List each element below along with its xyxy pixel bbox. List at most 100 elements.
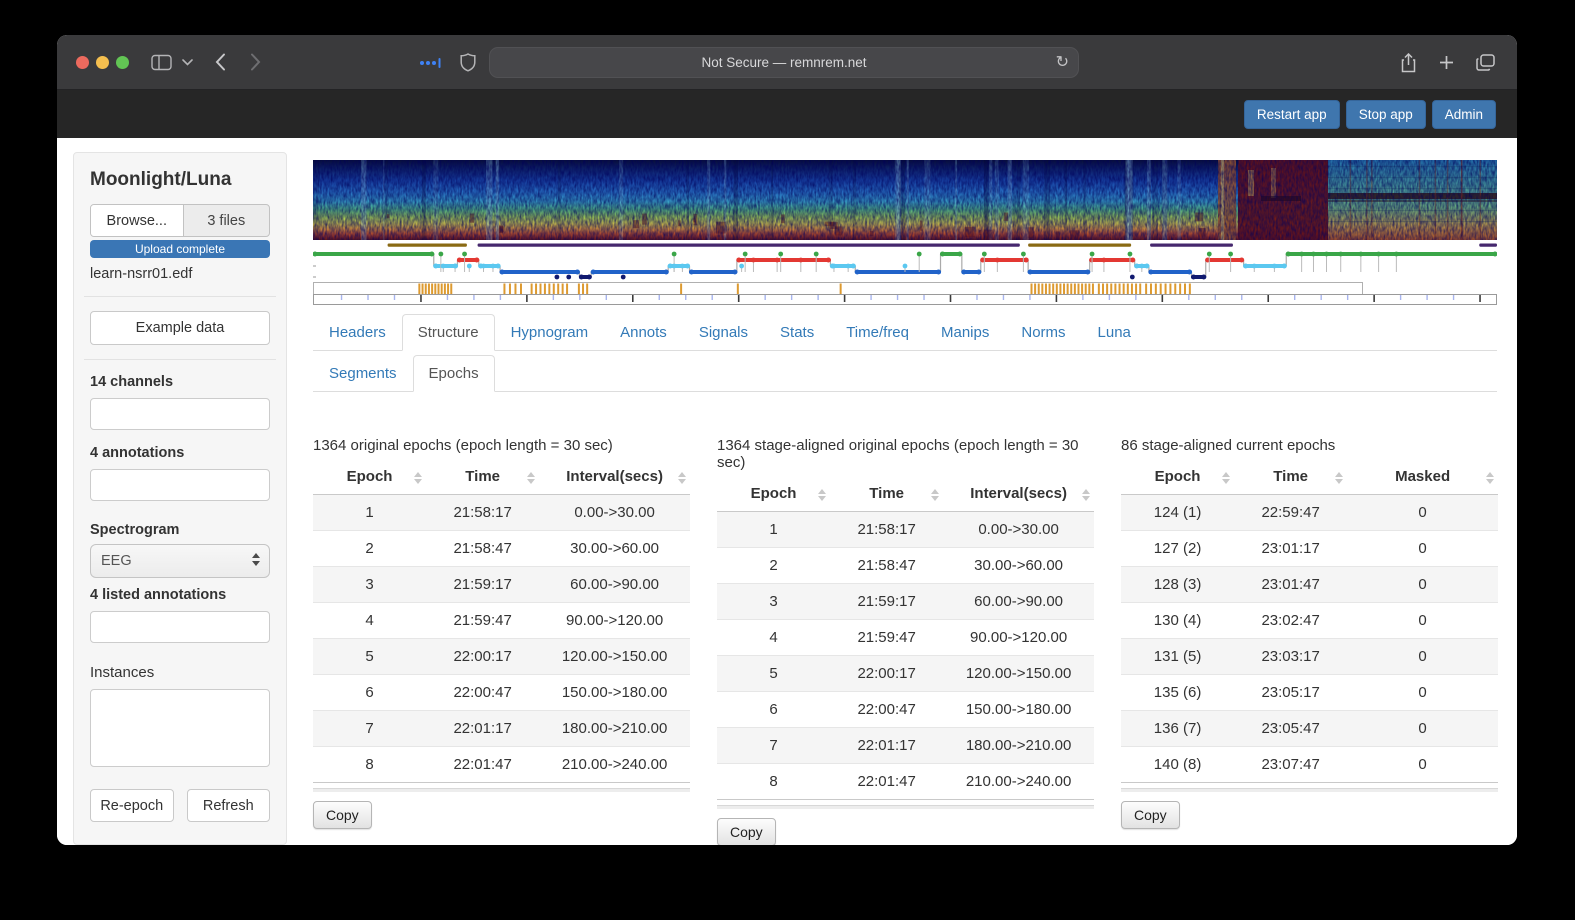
column-header-epoch[interactable]: Epoch xyxy=(313,463,426,495)
sort-icon[interactable] xyxy=(1486,472,1494,484)
tab-luna[interactable]: Luna xyxy=(1082,314,1147,351)
table-cell: 23:05:47 xyxy=(1261,720,1320,737)
admin-button[interactable]: Admin xyxy=(1431,99,1496,129)
table-row[interactable]: 2 21:58:47 30.00->60.00 xyxy=(717,548,1094,584)
table-cell: 131 (5) xyxy=(1153,648,1202,665)
table-row[interactable]: 131 (5) 23:03:17 0 xyxy=(1121,638,1498,675)
table-row[interactable]: 1 21:58:17 0.00->30.00 xyxy=(313,494,690,531)
copy-button[interactable]: Copy xyxy=(1121,801,1180,829)
table-row[interactable]: 8 22:01:47 210.00->240.00 xyxy=(313,747,690,783)
table-scrollbar-track[interactable] xyxy=(313,788,690,792)
column-header-interval-secs-[interactable]: Interval(secs) xyxy=(943,480,1094,512)
table-row[interactable]: 124 (1) 22:59:47 0 xyxy=(1121,494,1498,531)
table-cell: 23:05:17 xyxy=(1261,684,1320,701)
tab-hypnogram[interactable]: Hypnogram xyxy=(495,314,605,351)
forward-button-icon[interactable] xyxy=(250,53,261,71)
spectrogram-channel-select[interactable]: EEG xyxy=(90,544,270,578)
table-row[interactable]: 5 22:00:17 120.00->150.00 xyxy=(313,638,690,675)
back-button-icon[interactable] xyxy=(215,53,226,71)
column-header-time[interactable]: Time xyxy=(1234,463,1347,495)
channels-input[interactable] xyxy=(90,398,270,430)
tab-overview-icon[interactable] xyxy=(1476,54,1495,71)
eeg-spectrogram xyxy=(313,160,1497,240)
tab-signals[interactable]: Signals xyxy=(683,314,764,351)
column-header-time[interactable]: Time xyxy=(830,480,943,512)
sort-icon[interactable] xyxy=(818,489,827,501)
sort-icon[interactable] xyxy=(1222,472,1231,484)
column-header-epoch[interactable]: Epoch xyxy=(717,480,830,512)
table-cell: 5 xyxy=(365,648,374,665)
table-cell: 0.00->30.00 xyxy=(574,504,655,521)
table-row[interactable]: 135 (6) 23:05:17 0 xyxy=(1121,675,1498,711)
column-header-time[interactable]: Time xyxy=(426,463,539,495)
table-scrollbar-track[interactable] xyxy=(1121,788,1498,792)
refresh-button[interactable]: Refresh xyxy=(186,789,270,822)
table-row[interactable]: 130 (4) 23:02:47 0 xyxy=(1121,603,1498,639)
table-row[interactable]: 3 21:59:17 60.00->90.00 xyxy=(717,583,1094,620)
restart-app-button[interactable]: Restart app xyxy=(1243,99,1340,129)
table-row[interactable]: 2 21:58:47 30.00->60.00 xyxy=(313,531,690,567)
sort-icon[interactable] xyxy=(1082,489,1090,501)
close-window-button[interactable] xyxy=(76,55,89,69)
sort-icon[interactable] xyxy=(931,489,940,501)
column-header-epoch[interactable]: Epoch xyxy=(1121,463,1234,495)
table-caption: 1364 original epochs (epoch length = 30 … xyxy=(313,437,613,454)
table-row[interactable]: 3 21:59:17 60.00->90.00 xyxy=(313,566,690,603)
table-cell: 30.00->60.00 xyxy=(570,540,659,557)
table-row[interactable]: 128 (3) 23:01:47 0 xyxy=(1121,566,1498,603)
tab-manips[interactable]: Manips xyxy=(925,314,1005,351)
main-panel: Headers Structure Hypnogram Annots Signals St… xyxy=(287,138,1517,845)
table-row[interactable]: 6 22:00:47 150.00->180.00 xyxy=(717,692,1094,728)
table-row[interactable]: 7 22:01:17 180.00->210.00 xyxy=(717,727,1094,764)
copy-button[interactable]: Copy xyxy=(717,818,776,845)
table-row[interactable]: 6 22:00:47 150.00->180.00 xyxy=(313,675,690,711)
reload-icon[interactable]: ↻ xyxy=(1056,52,1069,71)
reepoch-button[interactable]: Re-epoch xyxy=(90,789,174,822)
stop-app-button[interactable]: Stop app xyxy=(1345,99,1426,129)
tab-norms[interactable]: Norms xyxy=(1005,314,1081,351)
table-cell: 0 xyxy=(1418,684,1427,701)
tab-headers[interactable]: Headers xyxy=(313,314,402,351)
tab-group-dots-icon[interactable] xyxy=(419,57,441,69)
copy-button[interactable]: Copy xyxy=(313,801,372,829)
subtab-epochs[interactable]: Epochs xyxy=(412,355,495,392)
instances-textarea[interactable] xyxy=(90,689,270,767)
table-cell: 0 xyxy=(1418,612,1427,629)
zoom-window-button[interactable] xyxy=(116,55,129,69)
table-row[interactable]: 7 22:01:17 180.00->210.00 xyxy=(313,710,690,747)
privacy-shield-icon[interactable] xyxy=(460,53,476,72)
sidebar-toggle-icon[interactable] xyxy=(151,54,172,71)
example-data-button[interactable]: Example data xyxy=(90,311,270,345)
table-cell: 23:03:17 xyxy=(1261,648,1320,665)
sort-icon[interactable] xyxy=(527,472,536,484)
sort-icon[interactable] xyxy=(1335,472,1344,484)
table-row[interactable]: 136 (7) 23:05:47 0 xyxy=(1121,710,1498,747)
sort-icon[interactable] xyxy=(414,472,423,484)
file-upload-control[interactable]: Browse... 3 files xyxy=(90,204,270,237)
annotations-input[interactable] xyxy=(90,469,270,501)
sort-icon[interactable] xyxy=(678,472,686,484)
new-tab-icon[interactable] xyxy=(1439,55,1454,70)
table-scrollbar-track[interactable] xyxy=(717,805,1094,809)
table-row[interactable]: 5 22:00:17 120.00->150.00 xyxy=(717,655,1094,692)
browse-button[interactable]: Browse... xyxy=(91,205,184,236)
tab-annots[interactable]: Annots xyxy=(604,314,683,351)
column-header-interval-secs-[interactable]: Interval(secs) xyxy=(539,463,690,495)
tab-structure[interactable]: Structure xyxy=(401,314,495,351)
table-row[interactable]: 4 21:59:47 90.00->120.00 xyxy=(313,603,690,639)
tab-time-freq[interactable]: Time/freq xyxy=(830,314,925,351)
share-icon[interactable] xyxy=(1400,52,1417,73)
tab-stats[interactable]: Stats xyxy=(764,314,830,351)
table-row[interactable]: 4 21:59:47 90.00->120.00 xyxy=(717,620,1094,656)
table-row[interactable]: 8 22:01:47 210.00->240.00 xyxy=(717,764,1094,800)
table-row[interactable]: 140 (8) 23:07:47 0 xyxy=(1121,747,1498,783)
subtab-segments[interactable]: Segments xyxy=(313,355,413,392)
column-header-label: Interval(secs) xyxy=(970,485,1067,502)
table-row[interactable]: 127 (2) 23:01:17 0 xyxy=(1121,531,1498,567)
listed-annotations-input[interactable] xyxy=(90,611,270,643)
address-bar[interactable]: Not Secure — remnrem.net ↻ xyxy=(489,47,1079,78)
table-row[interactable]: 1 21:58:17 0.00->30.00 xyxy=(717,511,1094,548)
minimize-window-button[interactable] xyxy=(96,55,109,69)
chevron-down-icon[interactable] xyxy=(182,58,193,66)
column-header-masked[interactable]: Masked xyxy=(1347,463,1498,495)
